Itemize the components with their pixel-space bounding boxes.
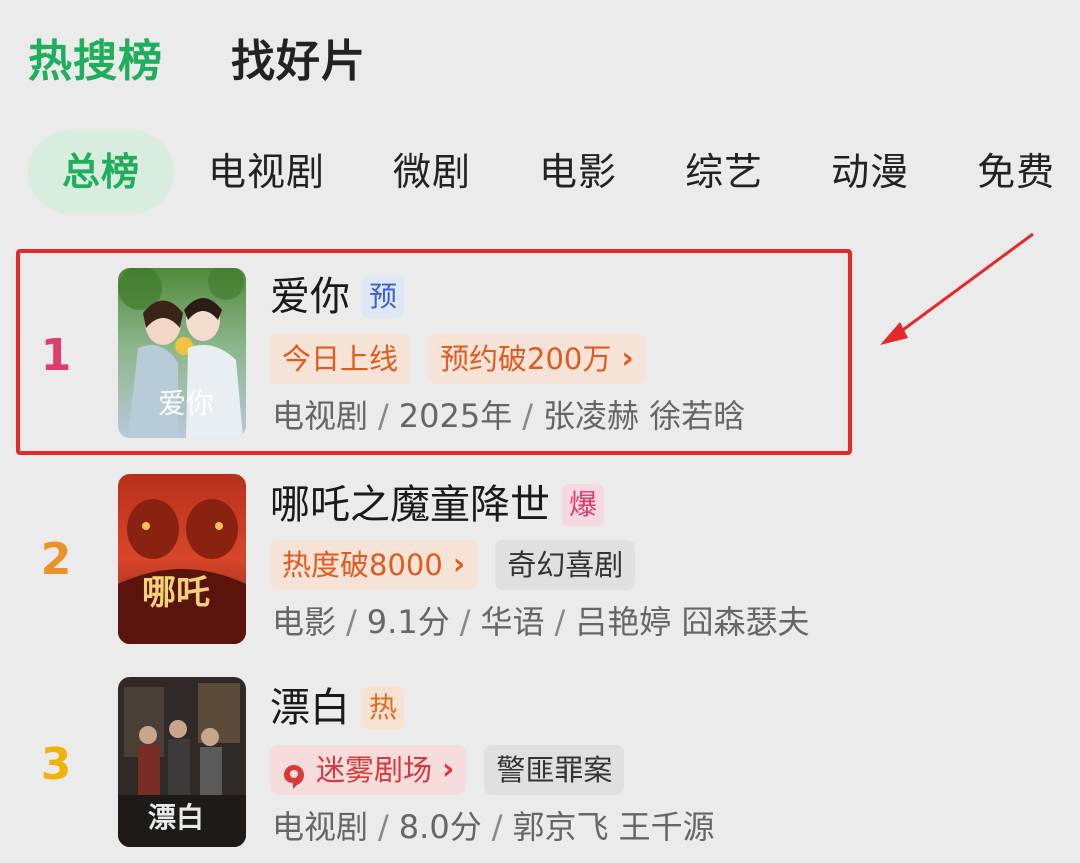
meta-separator: / [346, 603, 357, 641]
list-item[interactable]: 1 爱你 爱你 预 今日上线 预约破200万 › 电视剧 / 2025年 / 张… [0, 264, 1080, 444]
badges: 迷雾剧场 › 警匪罪案 [270, 745, 642, 795]
badges: 热度破8000 › 奇幻喜剧 [270, 540, 653, 590]
chevron-right-icon: › [621, 341, 634, 376]
hot-burst-tag: 爆 [562, 484, 604, 526]
poster-image[interactable]: 哪吒 [118, 474, 246, 644]
meta-separator: / [378, 397, 389, 435]
tab-find-good-films[interactable]: 找好片 [231, 30, 366, 94]
meta-language: 华语 [480, 603, 545, 641]
category-tv[interactable]: 电视剧 [174, 130, 359, 214]
badge-label: 迷雾剧场 [316, 753, 433, 787]
meta-score: 9.1分 [366, 603, 450, 641]
mist-theater-icon [282, 756, 306, 789]
title-line: 漂白 热 [270, 683, 404, 733]
tab-hot-search[interactable]: 热搜榜 [28, 30, 163, 94]
badge-label: 今日上线 [282, 342, 399, 376]
badge-label: 热度破8000 [282, 548, 443, 582]
category-free[interactable]: 免费 [943, 130, 1080, 214]
meta-year: 2025年 [398, 397, 513, 435]
meta-separator: / [554, 603, 566, 641]
item-title[interactable]: 哪吒之魔童降世 [270, 480, 550, 530]
meta-separator: / [378, 808, 389, 846]
heat-badge[interactable]: 热度破8000 › [270, 540, 478, 590]
category-tabs: 总榜 电视剧 微剧 电影 综艺 动漫 免费 [28, 130, 1080, 214]
poster-title-text: 漂白 [148, 801, 204, 834]
badge-label: 奇幻喜剧 [507, 548, 624, 582]
badge-label: 警匪罪案 [496, 753, 613, 787]
poster-image[interactable]: 漂白 [118, 677, 246, 847]
title-line: 爱你 预 [270, 272, 404, 322]
hot-tag: 热 [362, 687, 404, 729]
chevron-right-icon: › [452, 547, 466, 582]
item-title[interactable]: 爱你 [270, 272, 350, 322]
reservation-badge[interactable]: 预约破200万 › [428, 334, 646, 384]
genre-badge: 警匪罪案 [484, 745, 625, 795]
poster-title-text: 爱你 [158, 387, 214, 420]
top-tabs: 热搜榜 找好片 [28, 30, 434, 94]
category-anime[interactable]: 动漫 [797, 130, 943, 214]
item-meta: 电视剧/8.0分 / 郭京飞 王千源 [272, 807, 715, 847]
meta-cast: 张凌赫 徐若晗 [543, 397, 746, 435]
meta-cast: 郭京飞 王千源 [512, 808, 715, 846]
preview-tag: 预 [362, 276, 404, 318]
meta-separator: / [522, 397, 534, 435]
category-variety[interactable]: 综艺 [651, 130, 797, 214]
badges: 今日上线 预约破200万 › [270, 334, 664, 384]
poster-title-text: 哪吒 [142, 573, 210, 613]
badge-label: 预约破200万 [440, 342, 612, 376]
title-line: 哪吒之魔童降世 爆 [270, 480, 604, 530]
meta-score: 8.0分 [398, 808, 482, 846]
meta-separator: / [459, 603, 471, 641]
item-title[interactable]: 漂白 [270, 683, 350, 733]
list-item[interactable]: 3 漂白 漂白 热 迷雾剧场 › 警匪罪案 电视剧 / 8.0分 / 郭京飞 王… [0, 675, 1080, 855]
meta-type: 电视剧 [272, 397, 369, 435]
poster-image[interactable]: 爱你 [118, 268, 246, 438]
item-meta: 电视剧/2025年 / 张凌赫 徐若晗 [272, 396, 745, 436]
genre-badge: 奇幻喜剧 [495, 540, 636, 590]
meta-type: 电影 [272, 603, 337, 641]
item-meta: 电影/9.1分 / 华语 / 吕艳婷 囧森瑟夫 [272, 602, 809, 642]
list-item[interactable]: 2 哪吒 哪吒之魔童降世 爆 热度破8000 › 奇幻喜剧 电影 / 9.1分 … [0, 470, 1080, 650]
meta-cast: 吕艳婷 囧森瑟夫 [575, 603, 810, 641]
meta-type: 电视剧 [272, 808, 369, 846]
rank-number: 3 [40, 739, 72, 790]
chevron-right-icon: › [442, 752, 455, 787]
rank-number: 1 [40, 330, 72, 381]
category-all[interactable]: 总榜 [28, 130, 175, 214]
theater-badge[interactable]: 迷雾剧场 › [270, 745, 467, 795]
category-movie[interactable]: 电影 [505, 130, 651, 214]
meta-separator: / [491, 808, 503, 846]
rank-number: 2 [40, 534, 72, 585]
category-micro-drama[interactable]: 微剧 [359, 130, 505, 214]
release-today-badge: 今日上线 [270, 334, 411, 384]
